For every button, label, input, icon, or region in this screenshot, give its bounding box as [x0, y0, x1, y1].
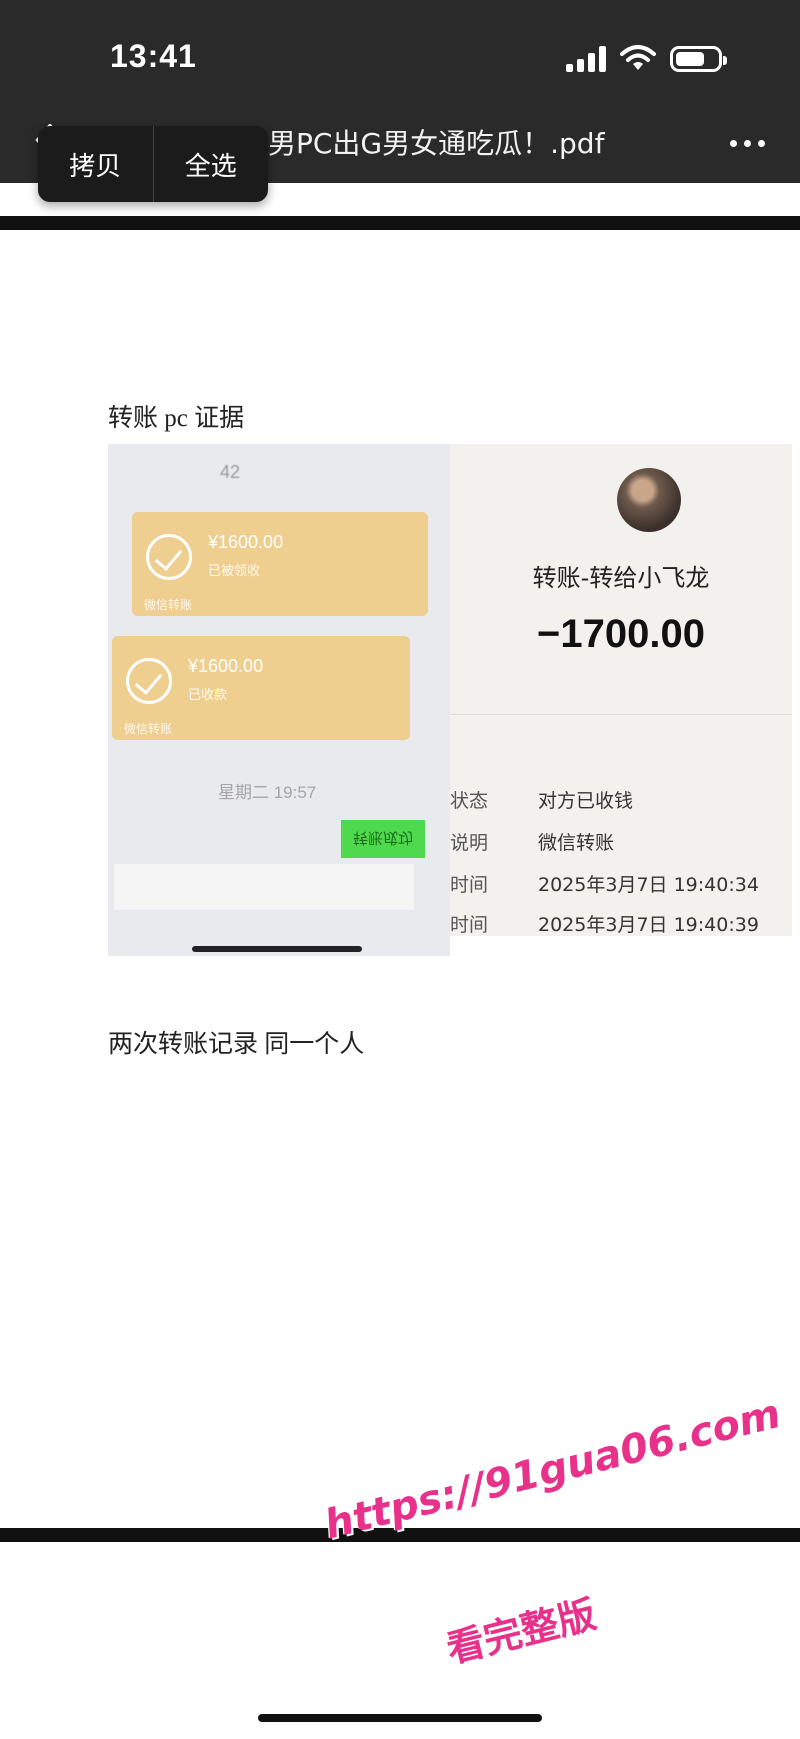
avatar [617, 468, 681, 532]
transfer-total-amount: −1700.00 [537, 612, 705, 656]
transfer-detail-screenshot: 转账-转给小飞龙 −1700.00 状态 对方已收钱 说明 微信转账 时间 20… [450, 444, 792, 936]
page-divider [0, 216, 800, 230]
wifi-icon [620, 45, 656, 70]
transfer-amount: ¥1600.00 [188, 656, 264, 676]
blurred-contact-name: 42 [220, 462, 241, 482]
chat-timestamp: 星期二 19:57 [218, 783, 317, 802]
transfer-status: 已收款 [188, 687, 228, 702]
chat-screenshot: 42 ¥1600.00 已被领收 微信转账 ¥1600.00 已收款 微信转账 … [108, 444, 450, 956]
detail-key: 说明 [450, 832, 489, 854]
cellular-signal-icon [566, 46, 608, 72]
status-time: 13:41 [110, 38, 197, 74]
evidence-heading: 转账 pc 证据 [108, 405, 245, 432]
text-selection-menu: 拷贝 全选 [38, 126, 268, 202]
detail-value: 2025年3月7日 19:40:34 [538, 874, 759, 896]
detail-value: 微信转账 [538, 832, 615, 854]
copy-button[interactable]: 拷贝 [38, 126, 153, 202]
watermark-text: 看完整版 [442, 1591, 601, 1672]
home-indicator [258, 1714, 542, 1722]
watermark-url: https://91gua06.com [320, 1390, 786, 1549]
transfer-amount: ¥1600.00 [208, 532, 284, 552]
detail-key: 时间 [450, 914, 489, 936]
detail-value: 对方已收钱 [538, 790, 634, 812]
battery-icon [670, 46, 727, 72]
home-indicator [192, 946, 362, 952]
document-title: 男PC出G男女通吃瓜！.pdf [268, 127, 605, 160]
evidence-caption: 两次转账记录 同一个人 [108, 1031, 365, 1058]
detail-key: 时间 [450, 874, 489, 896]
check-circle-icon [126, 658, 172, 704]
transfer-status: 已被领收 [208, 563, 261, 578]
more-options-icon[interactable] [726, 128, 770, 158]
divider [450, 714, 792, 715]
transfer-title: 转账-转给小飞龙 [532, 564, 710, 592]
evidence-image: 42 ¥1600.00 已被领收 微信转账 ¥1600.00 已收款 微信转账 … [108, 444, 792, 956]
detail-value: 2025年3月7日 19:40:39 [538, 914, 759, 936]
transfer-card: ¥1600.00 已被领收 微信转账 [132, 512, 428, 616]
transfer-success-button: 转账成功 [341, 820, 425, 858]
transfer-footer: 微信转账 [144, 598, 193, 612]
transfer-footer: 微信转账 [124, 722, 173, 736]
transfer-card: ¥1600.00 已收款 微信转账 [112, 636, 410, 740]
select-all-button[interactable]: 全选 [152, 126, 269, 202]
detail-key: 状态 [450, 790, 489, 812]
message-input-bar [114, 864, 414, 910]
check-circle-icon [146, 534, 192, 580]
